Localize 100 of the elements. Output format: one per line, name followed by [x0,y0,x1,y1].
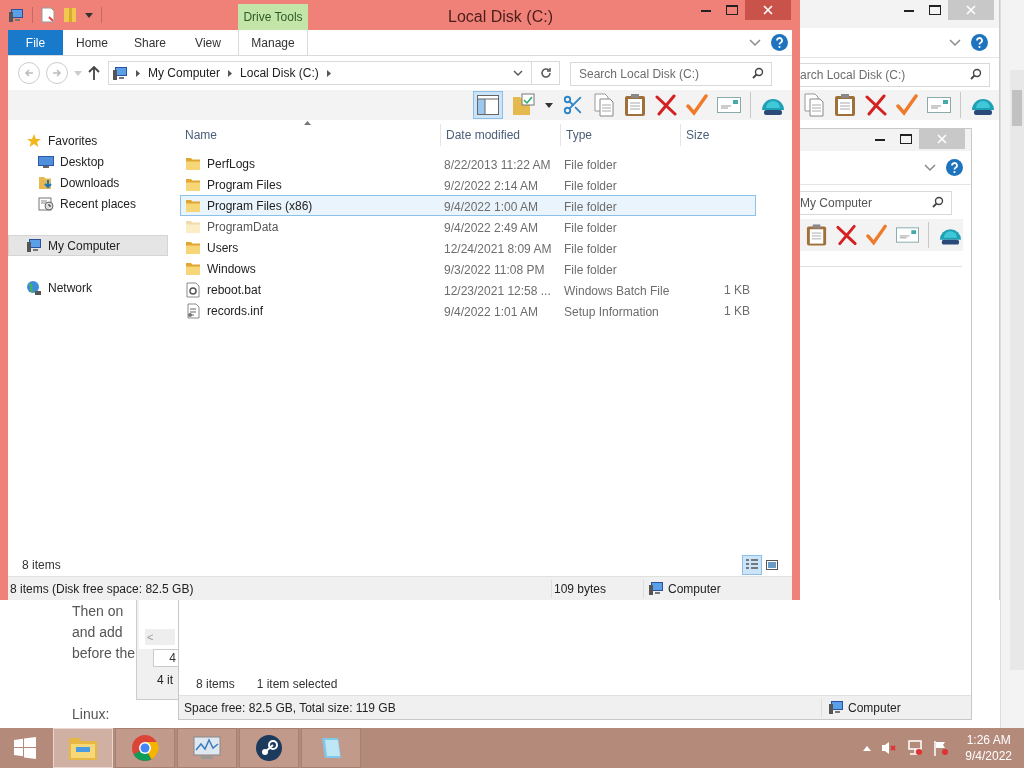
checkmark-icon[interactable] [866,224,888,246]
file-row[interactable]: Program Files 9/2/2022 2:14 AM File folder [180,174,756,195]
file-row[interactable]: PerfLogs 8/22/2013 11:22 AM File folder [180,153,756,174]
envelope-icon[interactable] [717,97,741,113]
search-icon[interactable] [970,68,982,80]
scissors-icon[interactable] [562,94,584,116]
chevron-down-icon[interactable] [749,38,761,47]
search-icon[interactable] [932,196,944,208]
selection-count: 1 item selected [256,676,338,693]
nav-item[interactable]: My Computer [8,235,168,256]
status-bar: 8 items (Disk free space: 82.5 GB) 109 bytes Computer [8,576,792,600]
help-icon[interactable] [971,34,988,51]
preview-pane-button[interactable] [473,91,503,119]
computer-icon [648,581,664,596]
nav-item[interactable]: Favorites [8,130,168,151]
ribbon-tab[interactable]: File [8,30,63,55]
column-header[interactable]: Date modified [446,126,521,144]
clipboard-icon[interactable] [806,223,828,247]
search-field[interactable]: Search Local Disk (C:) [570,62,772,86]
search-field[interactable]: My Computer [800,191,952,215]
copy-icon[interactable] [803,93,825,117]
column-header[interactable]: Name [185,126,217,144]
help-icon[interactable] [946,159,963,176]
tray-expand-icon[interactable] [863,745,872,751]
minimize-icon [875,137,885,141]
flag-icon[interactable] [933,740,950,756]
file-name: records.inf [207,302,264,320]
page-text: Then on [72,602,125,621]
delete-icon[interactable] [655,94,677,116]
up-arrow-icon[interactable] [88,66,100,80]
file-row[interactable]: records.inf 9/4/2022 1:01 AM Setup Information 1 KB [180,300,756,321]
chrome-icon [131,734,159,762]
checkmark-icon[interactable] [686,94,708,116]
file-name: reboot.bat [207,281,262,299]
close-icon [937,134,947,144]
computer-icon [828,700,844,715]
taskbar-app-button[interactable] [239,728,299,768]
refresh-icon[interactable] [540,67,552,79]
nav-item[interactable]: Recent places [8,193,168,214]
file-row[interactable]: Program Files (x86) 9/4/2022 1:00 AM File folder [180,195,756,216]
search-icon[interactable] [752,67,764,79]
copy-icon[interactable] [593,93,615,117]
forward-arrow-icon [52,69,62,77]
nav-item[interactable]: Network [8,277,168,298]
date-cell: 9/4/2022 2:49 AM [444,220,539,235]
minimize-icon [701,8,711,12]
file-row[interactable]: Users 12/24/2021 8:09 AM File folder [180,237,756,258]
type-cell: File folder [564,241,617,256]
page-text: before the [72,644,136,663]
ribbon-tab[interactable]: Share [121,30,179,55]
maximize-icon [900,134,912,144]
close-icon [966,5,976,15]
breadcrumb-item[interactable]: My Computer [148,64,221,82]
delete-icon[interactable] [836,224,858,246]
properties-icon[interactable] [41,7,55,23]
file-row[interactable]: Windows 9/3/2022 11:08 PM File folder [180,258,756,279]
address-bar[interactable]: My Computer Local Disk (C:) [108,61,560,85]
date-cell: 9/2/2022 2:14 AM [444,178,539,193]
nav-item[interactable]: Desktop [8,151,168,172]
muted-speaker-icon[interactable] [881,741,898,755]
chevron-down-icon[interactable] [924,163,936,172]
computer-icon [112,65,128,81]
drive-icon [8,7,24,23]
clipboard-icon[interactable] [834,93,856,117]
status-bar: Space free: 82.5 GB, Total size: 119 GB Computer [179,695,971,719]
scroll-thumb[interactable] [1012,90,1022,126]
monitor-graph-icon [192,735,222,761]
date-cell: 12/23/2021 12:58 ... [444,283,551,298]
envelope-icon[interactable] [896,227,920,243]
file-row[interactable]: reboot.bat 12/23/2021 12:58 ... Windows Batch File 1 KB [180,279,756,300]
ribbon-tab[interactable]: Manage [238,30,308,55]
dropdown-icon[interactable] [513,70,523,76]
dropdown-caret-icon [545,102,553,108]
column-header[interactable]: Type [566,126,592,144]
ribbon-tab[interactable]: View [179,30,237,55]
column-header[interactable]: Size [686,126,710,144]
context-tab-label: Drive Tools [238,4,308,30]
help-icon[interactable] [771,34,788,51]
network-icon[interactable] [907,740,924,756]
delete-icon[interactable] [865,94,887,116]
clipboard-icon[interactable] [624,93,646,117]
nav-item[interactable]: Downloads [8,172,168,193]
computer-icon [26,238,42,253]
type-cell: File folder [564,178,617,193]
search-field[interactable]: arch Local Disk (C:) [800,63,990,87]
folder-check-icon[interactable] [512,93,536,117]
envelope-icon[interactable] [927,97,951,113]
file-name: Program Files [207,176,282,194]
chevron-down-icon[interactable] [949,38,961,47]
file-name: ProgramData [207,218,279,236]
maximize-icon [726,5,738,15]
file-row[interactable]: ProgramData 9/4/2022 2:49 AM File folder [180,216,756,237]
monitor-icon [38,154,54,169]
file-explorer-icon [68,735,98,761]
checkmark-icon[interactable] [896,94,918,116]
ribbon-tab[interactable]: Home [63,30,121,55]
details-view-button[interactable] [742,555,762,575]
type-cell: Setup Information [564,304,659,319]
breadcrumb-item[interactable]: Local Disk (C:) [240,64,319,82]
recent-places-icon [38,195,54,212]
